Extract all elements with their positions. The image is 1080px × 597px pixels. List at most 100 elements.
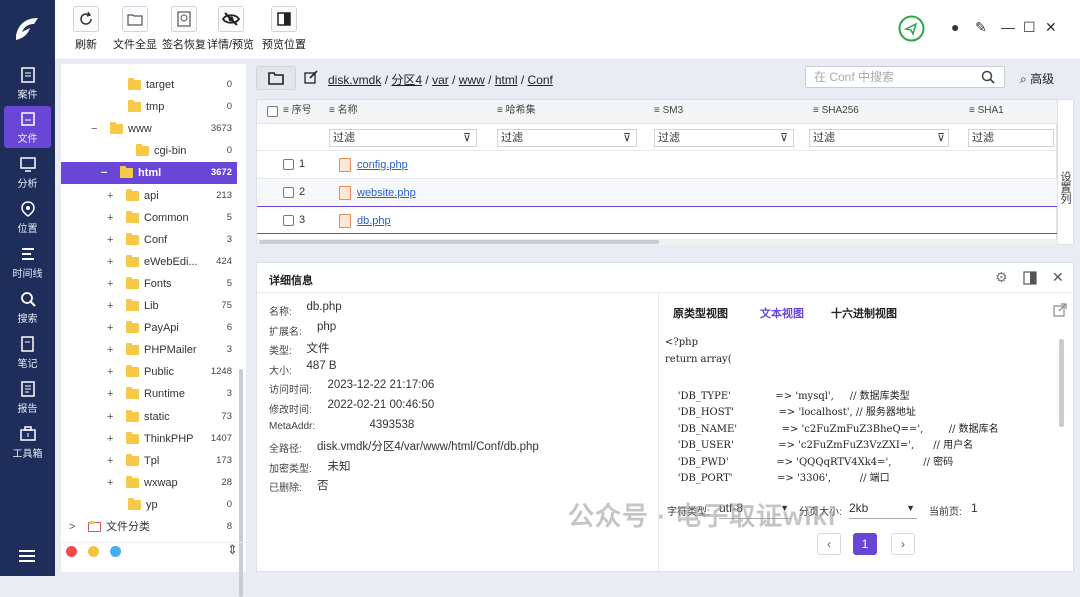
nav-toolbox[interactable]: 工具箱 [4,421,51,463]
name-filter-input[interactable]: 过滤 [329,129,477,147]
filter-icon[interactable]: ⊽ [463,131,471,144]
nav-report[interactable]: 报告 [4,376,51,418]
yellow-dot-icon[interactable] [88,546,99,557]
gear-icon[interactable]: ⚙ [995,269,1008,286]
file-name-link[interactable]: db.php [357,215,391,227]
nav-location[interactable]: 位置 [4,196,51,238]
breadcrumb-item[interactable]: Conf [528,73,553,87]
expand-icon[interactable]: + [107,295,113,317]
signature-restore-button[interactable]: 签名恢复 [162,6,206,52]
tree-node[interactable]: + Common 5 [61,207,237,229]
pin-icon[interactable]: ✎ [975,19,987,36]
maximize-icon[interactable]: ☐ [1023,19,1036,36]
tree-node[interactable]: + Tpl 173 [61,450,237,472]
nav-case[interactable]: 案件 [4,62,51,104]
filter-icon[interactable]: ⊽ [937,131,945,144]
expand-icon[interactable]: + [107,450,113,472]
chevron-right-icon[interactable]: > [69,516,75,538]
expand-icon[interactable]: + [107,472,113,494]
code-viewer[interactable]: <?php return array( 'DB_TYPE' => 'mysql',… [665,337,1059,489]
show-all-files-button[interactable]: 文件全显 [113,6,157,52]
expand-icon[interactable]: + [107,273,113,295]
expand-icon[interactable]: + [107,251,113,273]
column-header-hashset[interactable]: ≡ 哈希集 [497,100,536,122]
collapse-icon[interactable]: − [101,162,107,184]
tree-node[interactable]: + api 213 [61,185,237,207]
code-scrollbar[interactable] [1059,339,1064,427]
open-external-icon[interactable] [1053,303,1067,317]
tree-node[interactable]: + PHPMailer 3 [61,339,237,361]
tree-node[interactable]: − html 3672 [61,162,237,185]
tree-node[interactable]: + Lib 75 [61,295,237,317]
tree-node[interactable]: + static 73 [61,406,237,428]
breadcrumb-item[interactable]: 分区4 [391,73,422,87]
row-checkbox[interactable] [283,215,294,226]
breadcrumb-item[interactable]: html [495,73,518,87]
tree-node[interactable]: + eWebEdi... 424 [61,251,237,273]
status-icon[interactable] [898,15,925,42]
nav-file[interactable]: 文件 [4,106,51,148]
close-icon[interactable]: ✕ [1052,269,1064,286]
table-row[interactable]: 2 website.php [257,178,1057,206]
sha1-filter-input[interactable]: 过滤 [968,129,1054,147]
collapse-icon[interactable]: ⇕ [227,542,238,558]
nav-notes[interactable]: 笔记 [4,331,51,373]
expand-icon[interactable]: + [107,317,113,339]
row-checkbox[interactable] [283,159,294,170]
expand-icon[interactable]: + [107,383,113,405]
red-dot-icon[interactable] [66,546,77,557]
select-all-checkbox[interactable] [267,106,278,117]
tree-node[interactable]: yp 0 [61,494,237,516]
sha256-filter-input[interactable]: 过滤 [809,129,949,147]
nav-timeline[interactable]: 时间线 [4,241,51,283]
filter-icon[interactable]: ⊽ [780,131,788,144]
sm3-filter-input[interactable]: 过滤 [654,129,794,147]
refresh-button[interactable]: 刷新 [73,6,99,52]
tab-raw-view[interactable]: 原类型视图 [673,305,728,321]
column-header-sha1[interactable]: ≡ SHA1 [969,100,1004,122]
expand-icon[interactable]: + [107,207,113,229]
tree-node[interactable]: target 0 [61,74,237,96]
tree-node[interactable]: − www 3673 [61,118,237,140]
expand-icon[interactable]: + [107,185,113,207]
file-name-link[interactable]: config.php [357,159,408,171]
blue-dot-icon[interactable] [110,546,121,557]
close-icon[interactable]: ✕ [1045,19,1057,36]
page-1-button[interactable]: 1 [853,533,877,555]
edit-path-icon[interactable] [304,70,318,84]
folder-view-button[interactable] [256,66,296,90]
table-row[interactable]: 3 db.php [257,206,1057,234]
breadcrumb-item[interactable]: disk.vmdk [328,73,381,87]
collapse-icon[interactable]: − [91,118,97,140]
search-icon[interactable] [981,70,995,84]
user-icon[interactable]: ● [951,19,959,35]
hashset-filter-input[interactable]: 过滤 [497,129,637,147]
tree-node[interactable]: + Conf 3 [61,229,237,251]
row-checkbox[interactable] [283,187,294,198]
grid-h-scrollbar[interactable] [257,239,1057,245]
column-header-name[interactable]: ≡ 名称 [329,100,358,122]
tree-node[interactable]: + Fonts 5 [61,273,237,295]
column-header-sm3[interactable]: ≡ SM3 [654,100,683,122]
preview-position-button[interactable]: 预览位置 [262,6,306,52]
tab-text-view[interactable]: 文本视图 [760,305,804,321]
column-header-sha256[interactable]: ≡ SHA256 [813,100,859,122]
tree-node[interactable]: > 文件分类 8 [61,516,237,538]
tree-node[interactable]: + ThinkPHP 1407 [61,428,237,450]
expand-icon[interactable]: + [107,406,113,428]
tree-node[interactable]: + wxwap 28 [61,472,237,494]
tree-node[interactable]: + PayApi 6 [61,317,237,339]
filter-icon[interactable]: ⊽ [623,131,631,144]
hamburger-menu-icon[interactable] [19,550,35,562]
prev-page-button[interactable]: ‹ [817,533,841,555]
file-name-link[interactable]: website.php [357,187,416,199]
set-columns-button[interactable]: 设置列 [1057,99,1074,245]
tab-hex-view[interactable]: 十六进制视图 [831,305,897,321]
expand-icon[interactable]: + [107,428,113,450]
expand-icon[interactable]: + [107,339,113,361]
column-header-index[interactable]: ≡ 序号 [283,100,312,122]
nav-analysis[interactable]: 分析 [4,151,51,193]
tree-node[interactable]: tmp 0 [61,96,237,118]
breadcrumb-item[interactable]: www [459,73,485,87]
expand-icon[interactable]: + [107,229,113,251]
